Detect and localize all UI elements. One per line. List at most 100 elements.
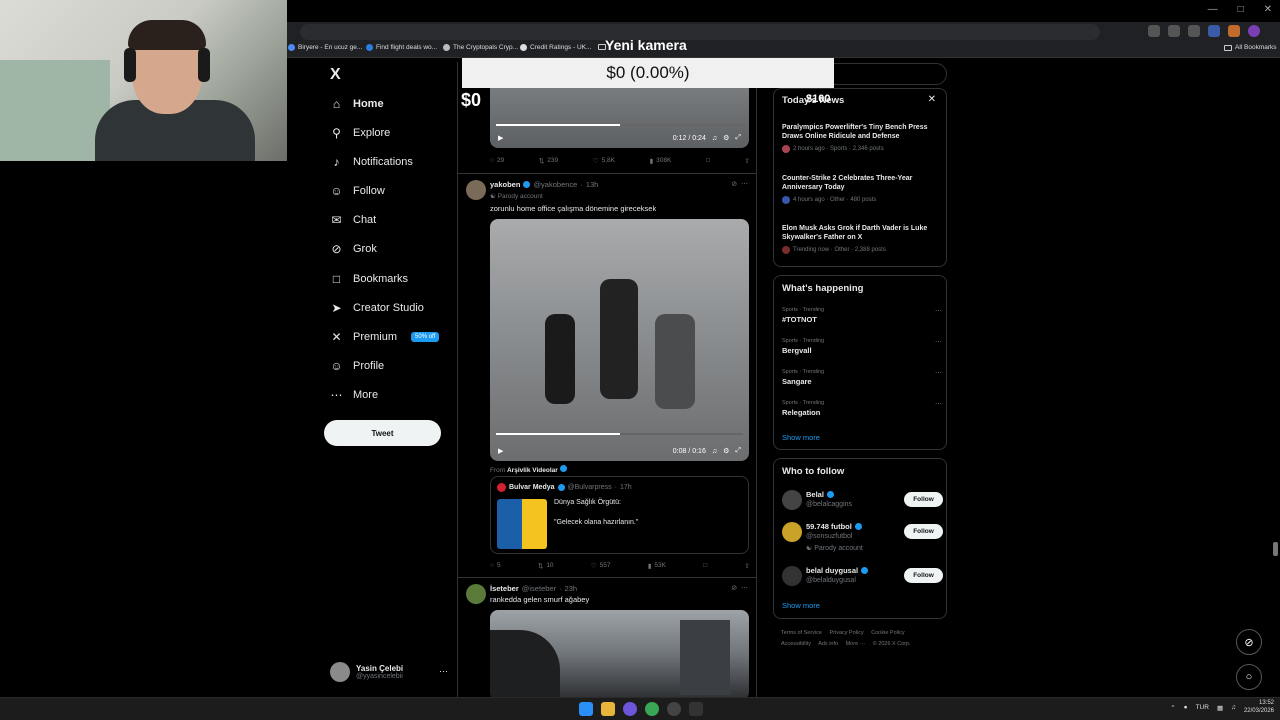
trend-item[interactable]: Sports · Trending Relegation ⋯	[782, 400, 942, 417]
reply-button[interactable]: ○ 29	[490, 157, 504, 165]
maximize-icon[interactable]: □	[1238, 4, 1244, 15]
extension-icon[interactable]	[1228, 25, 1240, 37]
cast-icon[interactable]	[1148, 25, 1160, 37]
network-icon[interactable]: ▦	[1217, 704, 1223, 712]
follow-button[interactable]: Follow	[904, 492, 943, 507]
show-more-link[interactable]: Show more	[782, 601, 820, 610]
settings-icon[interactable]: ⚙	[723, 134, 729, 142]
terminal-icon[interactable]	[689, 702, 703, 716]
footer-link[interactable]: Privacy Policy	[830, 630, 864, 636]
bookmark-item[interactable]: Biryere - En ucuz ge...	[288, 44, 362, 51]
volume-icon[interactable]: ♫	[712, 135, 717, 142]
scroll-thumb[interactable]	[1273, 542, 1278, 556]
close-icon[interactable]: ✕	[1264, 4, 1272, 15]
follow-suggestion[interactable]: belal duygusal @belalduygusal Follow	[782, 566, 943, 596]
more-icon[interactable]: ⋯	[935, 307, 942, 315]
clock[interactable]: 13:52 22/03/2026	[1244, 700, 1274, 716]
nav-creator-studio[interactable]: ➤ Creator Studio	[330, 301, 423, 315]
volume-icon[interactable]: ♫	[712, 448, 717, 455]
microphone-icon[interactable]: ●	[1184, 704, 1188, 711]
settings-icon[interactable]: ⚙	[723, 447, 729, 455]
nav-premium[interactable]: ✕ Premium 50% off	[330, 330, 440, 344]
footer-link[interactable]: Cookie Policy	[871, 630, 904, 636]
discord-icon[interactable]	[623, 702, 637, 716]
account-switcher[interactable]: Yasin Çelebi @yyasincelebii ⋯	[330, 662, 450, 682]
footer-link[interactable]: Accessibility	[781, 641, 811, 647]
bookmark-item[interactable]: Credit Ratings - UK...	[520, 44, 591, 51]
like-button[interactable]: ♡ 557	[591, 562, 611, 570]
tweet-menu[interactable]: ⊘ ⋯	[731, 584, 748, 592]
follow-suggestion[interactable]: Belal @belalcaggins Follow	[782, 490, 943, 520]
fullscreen-icon[interactable]: ⤢	[735, 447, 741, 455]
trend-item[interactable]: Sports · Trending #TOTNOT ⋯	[782, 307, 942, 324]
video-source-link[interactable]: Arşivlik Videolar	[507, 467, 558, 474]
play-icon[interactable]: ▶	[498, 447, 503, 455]
nav-chat[interactable]: ✉ Chat	[330, 213, 376, 227]
scrollbar[interactable]	[1273, 62, 1278, 697]
grok-icon[interactable]: ⊘	[731, 585, 737, 592]
news-item[interactable]: Counter-Strike 2 Celebrates Three-Year A…	[782, 174, 942, 204]
follow-button[interactable]: Follow	[904, 524, 943, 539]
extension-icon[interactable]	[1208, 25, 1220, 37]
bookmark-button[interactable]: □	[706, 157, 710, 165]
nav-notifications[interactable]: ♪ Notifications	[330, 155, 413, 169]
avatar[interactable]	[466, 180, 486, 200]
tweet-button[interactable]: Tweet	[324, 420, 441, 446]
more-icon[interactable]: ⋯	[741, 585, 748, 592]
minimize-icon[interactable]: —	[1208, 4, 1218, 15]
news-item[interactable]: Paralympics Powerlifter's Tiny Bench Pre…	[782, 123, 942, 153]
like-button[interactable]: ♡ 5,8K	[593, 157, 615, 165]
footer-link[interactable]: Terms of Service	[781, 630, 822, 636]
bookmark-button[interactable]: □	[703, 562, 707, 570]
nav-more[interactable]: ⋯ More	[330, 388, 379, 402]
share-button[interactable]: ⇧	[745, 562, 750, 570]
nav-follow[interactable]: ☺ Follow	[330, 184, 384, 198]
retweet-button[interactable]: ⇅ 10	[538, 562, 554, 570]
windows-start-icon[interactable]	[579, 702, 593, 716]
more-icon[interactable]: ⋯	[935, 369, 942, 377]
follow-suggestion[interactable]: 59.748 futbol @sonsuzfutbol ☯ Parody acc…	[782, 522, 943, 552]
star-icon[interactable]	[1168, 25, 1180, 37]
trend-item[interactable]: Sports · Trending Sangare ⋯	[782, 369, 942, 386]
messages-fab[interactable]: ○	[1236, 664, 1262, 690]
more-icon[interactable]: ⋯	[741, 181, 748, 188]
retweet-button[interactable]: ⇅ 239	[539, 157, 558, 165]
quoted-tweet[interactable]: Bulvar Medya @Bulvarpress · 17h Dünya Sa…	[490, 476, 749, 554]
nav-home[interactable]: ⌂ Home	[330, 97, 384, 111]
fullscreen-icon[interactable]: ⤢	[735, 134, 741, 142]
grok-icon[interactable]: ⊘	[731, 181, 737, 188]
extension-icon[interactable]	[1188, 25, 1200, 37]
close-icon[interactable]: ✕	[928, 94, 936, 105]
grok-fab[interactable]: ⊘	[1236, 629, 1262, 655]
avatar[interactable]	[466, 584, 486, 604]
video-progress-bar[interactable]	[496, 124, 743, 126]
news-item[interactable]: Elon Musk Asks Grok if Darth Vader is Lu…	[782, 224, 942, 254]
bookmark-item[interactable]: Find flight deals wo...	[366, 44, 437, 51]
follow-button[interactable]: Follow	[904, 568, 943, 583]
footer-link[interactable]: Ads info	[818, 641, 838, 647]
obs-icon[interactable]	[667, 702, 681, 716]
more-icon[interactable]: ⋯	[935, 338, 942, 346]
more-icon[interactable]: ⋯	[439, 666, 448, 677]
show-more-link[interactable]: Show more	[782, 433, 820, 442]
share-button[interactable]: ⇧	[745, 157, 750, 165]
views-button[interactable]: ▮ 308K	[650, 157, 672, 165]
chevron-up-icon[interactable]: ⌃	[1170, 704, 1175, 712]
volume-icon[interactable]: ♫	[1231, 704, 1236, 711]
video-progress-bar[interactable]	[496, 433, 743, 435]
views-button[interactable]: ▮ 53K	[648, 562, 666, 570]
all-bookmarks[interactable]: All Bookmarks	[1224, 44, 1277, 51]
language-indicator[interactable]: TUR	[1196, 704, 1209, 711]
nav-profile[interactable]: ☺ Profile	[330, 359, 384, 373]
play-icon[interactable]: ▶	[498, 134, 503, 142]
nav-grok[interactable]: ⊘ Grok	[330, 242, 376, 256]
video-player[interactable]: ▶ 0:08 / 0:16 ♫ ⚙ ⤢	[490, 219, 749, 461]
footer-link[interactable]: More ···	[846, 641, 866, 647]
address-bar[interactable]	[300, 24, 1100, 40]
video-player[interactable]	[490, 610, 749, 697]
profile-icon[interactable]	[1248, 25, 1260, 37]
nav-explore[interactable]: ⚲ Explore	[330, 126, 390, 140]
x-logo[interactable]: X	[330, 66, 341, 84]
tweet-menu[interactable]: ⊘ ⋯	[731, 180, 748, 188]
chrome-icon[interactable]	[645, 702, 659, 716]
